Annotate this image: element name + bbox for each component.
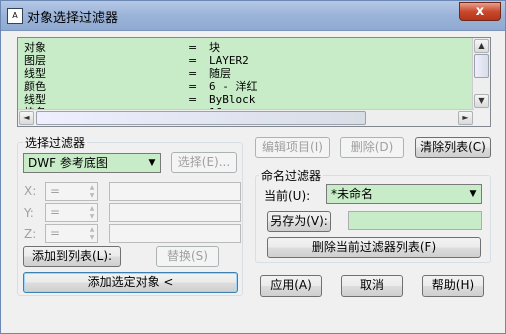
spin-up-icon: ▲ [89,205,95,212]
list-item-operator: = [188,54,198,67]
scroll-left-icon[interactable]: ◄ [19,111,34,125]
select-filter-label: 选择过滤器 [23,134,88,151]
x-value-field[interactable] [109,182,241,201]
edit-item-button[interactable]: 编辑项目(I) [255,137,330,158]
scroll-down-icon[interactable]: ▼ [474,94,489,108]
spin-down-icon: ▼ [89,234,95,241]
close-button[interactable]: x [459,2,501,21]
list-item-value: 6 - 洋红 [209,80,258,93]
list-item-property: 颜色 [24,80,46,93]
list-item-property: 图层 [24,54,46,67]
scroll-up-icon[interactable]: ▲ [474,39,489,53]
close-icon: x [475,4,485,19]
list-item-operator: = [188,93,198,106]
filter-dialog: A 对象选择过滤器 x 对象 = 块 图层 = LAYER2 线型 = 随层 颜… [0,0,506,334]
spin-down-icon: ▼ [89,192,95,199]
save-as-button[interactable]: 另存为(V): [267,211,331,232]
window-title: 对象选择过滤器 [27,11,119,26]
z-operator-select[interactable]: = ▲ ▼ [45,224,98,243]
list-item-operator: = [188,41,198,54]
add-to-list-button[interactable]: 添加到列表(L): [23,246,121,267]
y-operator-select[interactable]: = ▲ ▼ [45,203,98,222]
list-item-property: 线型 [24,93,46,106]
spin-up-icon: ▲ [89,226,95,233]
horizontal-scrollbar[interactable]: ◄ ► [18,109,474,126]
filter-type-value: DWF 参考底图 [28,156,108,170]
chevron-down-icon: ▼ [148,158,156,168]
save-as-name-field[interactable] [348,211,482,230]
delete-current-filter-list-button[interactable]: 删除当前过滤器列表(F) [267,237,481,258]
list-item-value: LAYER2 [209,54,249,67]
y-value-field[interactable] [109,203,241,222]
delete-button[interactable]: 删除(D) [340,137,404,158]
x-operator-select[interactable]: = ▲ ▼ [45,182,98,201]
list-item-property: 线型 [24,67,46,80]
current-filter-label: 当前(U): [264,189,311,203]
cancel-button[interactable]: 取消 [341,275,403,297]
list-item-operator: = [188,80,198,93]
filter-list[interactable]: 对象 = 块 图层 = LAYER2 线型 = 随层 颜色 = 6 - 洋红 线… [17,37,491,127]
list-item-property: 对象 [24,41,46,54]
help-button[interactable]: 帮助(H) [422,275,484,297]
title-bar: A 对象选择过滤器 x [1,1,505,31]
list-item-operator: = [188,67,198,80]
vertical-scroll-thumb[interactable] [474,54,489,78]
horizontal-scroll-thumb[interactable] [36,111,366,125]
add-selected-object-button[interactable]: 添加选定对象 < [23,272,238,293]
autocad-icon: A [7,8,23,24]
apply-button[interactable]: 应用(A) [260,275,322,297]
spin-down-icon: ▼ [89,213,95,220]
scroll-right-icon[interactable]: ► [458,111,473,125]
select-button[interactable]: 选择(E)... [171,152,237,173]
current-filter-value: *未命名 [331,187,374,201]
x-operator-value: = [50,184,61,198]
current-filter-select[interactable]: *未命名 ▼ [326,184,482,204]
list-item-value: ByBlock [209,93,256,106]
spin-up-icon: ▲ [89,184,95,191]
x-label: X: [24,184,37,198]
clear-list-button[interactable]: 清除列表(C) [415,137,491,158]
chevron-down-icon: ▼ [469,189,477,199]
replace-button[interactable]: 替换(S) [156,246,219,267]
z-label: Z: [24,227,37,241]
y-label: Y: [24,206,34,220]
y-operator-value: = [50,205,61,219]
filter-type-select[interactable]: DWF 参考底图 ▼ [23,153,161,173]
z-operator-value: = [50,226,61,240]
z-value-field[interactable] [109,224,241,243]
named-filter-label: 命名过滤器 [259,167,324,184]
list-item-value: 随层 [209,67,231,80]
scroll-corner [473,110,490,126]
vertical-scrollbar[interactable]: ▲ ▼ [472,38,490,110]
list-item-value: 块 [209,41,220,54]
